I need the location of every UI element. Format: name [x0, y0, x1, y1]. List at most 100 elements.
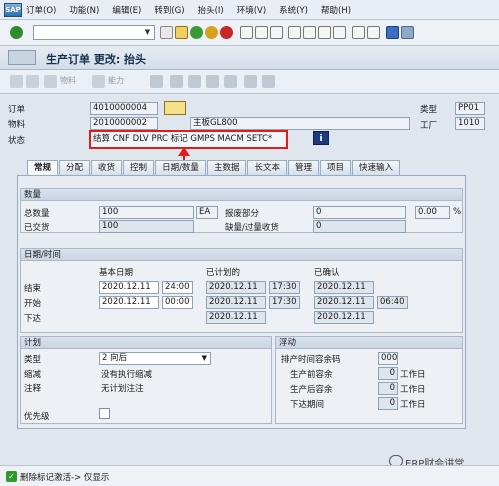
menu-help[interactable]: 帮助(H) — [321, 4, 351, 16]
tab-dates-quantities[interactable]: 日期/数量 — [155, 160, 206, 175]
previous-page-icon[interactable] — [303, 26, 316, 39]
material-field[interactable]: 2010000002 — [90, 117, 158, 130]
next-page-icon[interactable] — [318, 26, 331, 39]
tab-administration[interactable]: 管理 — [287, 160, 319, 175]
chevron-down-icon[interactable]: ▼ — [142, 27, 153, 38]
tab-strip: 常规 分配 收货 控制 日期/数量 主数据 长文本 管理 项目 快速输入 — [27, 160, 401, 175]
first-page-icon[interactable] — [288, 26, 301, 39]
save-icon[interactable] — [175, 26, 188, 39]
sequences-icon[interactable] — [206, 75, 219, 88]
capacity-icon[interactable] — [92, 75, 105, 88]
menu-goto[interactable]: 转到(G) — [154, 4, 184, 16]
scrap-percent-field[interactable]: 0.00 — [415, 206, 450, 219]
copy-icon[interactable] — [26, 75, 39, 88]
find-icon[interactable] — [255, 26, 268, 39]
sched-margin-field[interactable]: 000 — [378, 352, 398, 365]
scheduled-start-date-field: 2020.12.11 — [206, 296, 266, 309]
scheduled-end-time-field: 17:30 — [269, 281, 300, 294]
prt-icon[interactable] — [224, 75, 237, 88]
shortcut-icon[interactable] — [367, 26, 380, 39]
trigger-icon[interactable] — [244, 75, 257, 88]
material-button[interactable]: 物料 — [60, 75, 76, 86]
type-label: 类型 — [420, 105, 438, 115]
confirmed-end-date-field: 2020.12.11 — [314, 281, 374, 294]
tab-general[interactable]: 常规 — [27, 160, 59, 175]
menu-order[interactable]: 订单(O) — [26, 4, 56, 16]
basic-end-date-field[interactable]: 2020.12.11 — [99, 281, 159, 294]
scheduled-release-date-field: 2020.12.11 — [206, 311, 266, 324]
command-history-icon[interactable] — [160, 26, 173, 39]
dates-group-title: 日期/时间 — [21, 249, 462, 261]
layout-menu-icon[interactable] — [401, 26, 414, 39]
priority-checkbox[interactable] — [99, 408, 110, 419]
menu-edit[interactable]: 编辑(E) — [112, 4, 141, 16]
scrap-field[interactable]: 0 — [313, 206, 406, 219]
tab-master-data[interactable]: 主数据 — [206, 160, 247, 175]
basic-start-time-field[interactable]: 00:00 — [162, 296, 193, 309]
edit-order-button[interactable] — [164, 101, 186, 115]
reduction-value: 没有执行缩减 — [101, 370, 153, 380]
print-icon[interactable] — [240, 26, 253, 39]
menu-function[interactable]: 功能(N) — [69, 4, 99, 16]
order-label: 订单 — [8, 105, 26, 115]
edit-icon[interactable] — [10, 75, 23, 88]
release-label: 下达 — [24, 314, 42, 324]
total-quantity-field[interactable]: 100 — [99, 206, 194, 219]
scheduling-group-title: 计划 — [21, 337, 271, 349]
start-label: 开始 — [24, 299, 42, 309]
exit-icon[interactable] — [205, 26, 218, 39]
plant-label: 工厂 — [420, 121, 438, 131]
delivered-field: 100 — [99, 220, 194, 233]
command-field[interactable]: ▼ — [33, 25, 155, 40]
tab-goods-receipt[interactable]: 收货 — [91, 160, 123, 175]
menu-environment[interactable]: 环境(V) — [237, 4, 266, 16]
find-next-icon[interactable] — [270, 26, 283, 39]
standard-toolbar: ▼ — [0, 20, 499, 46]
documents-icon[interactable] — [188, 75, 201, 88]
scheduling-type-value: 2 向后 — [102, 353, 128, 363]
short-over-field: 0 — [313, 220, 406, 233]
quantity-group-title: 数量 — [21, 189, 462, 201]
tab-assignment[interactable]: 分配 — [59, 160, 91, 175]
cancel-icon[interactable] — [220, 26, 233, 39]
release-period-unit: 工作日 — [400, 400, 426, 410]
menu-system[interactable]: 系统(Y) — [279, 4, 308, 16]
tab-project[interactable]: 项目 — [319, 160, 351, 175]
material-icon[interactable] — [44, 75, 57, 88]
last-page-icon[interactable] — [333, 26, 346, 39]
float-before-unit: 工作日 — [400, 370, 426, 380]
scheduling-note-label: 注释 — [24, 384, 42, 394]
components-icon[interactable] — [170, 75, 183, 88]
percent-sign: % — [453, 207, 462, 217]
unit-field: EA — [196, 206, 218, 219]
scheduling-type-select[interactable]: 2 向后 ▼ — [99, 352, 211, 365]
dates-group: 日期/时间 基本日期 已计划的 已确认 结束 2020.12.11 24:00 … — [20, 248, 463, 333]
help-icon[interactable] — [386, 26, 399, 39]
sap-logo: SAP — [4, 2, 22, 17]
tab-control[interactable]: 控制 — [123, 160, 155, 175]
total-quantity-label: 总数量 — [24, 209, 50, 219]
page-title: 生产订单 更改: 抬头 — [46, 53, 147, 66]
operations-icon[interactable] — [150, 75, 163, 88]
order-field[interactable]: 4010000004 — [90, 102, 158, 115]
basic-end-time-field[interactable]: 24:00 — [162, 281, 193, 294]
schedule-icon[interactable] — [262, 75, 275, 88]
confirmed-start-time-field: 06:40 — [377, 296, 408, 309]
float-before-label: 生产前容余 — [290, 370, 333, 380]
tab-quick-entry[interactable]: 快速输入 — [352, 160, 401, 175]
basic-start-date-field[interactable]: 2020.12.11 — [99, 296, 159, 309]
float-after-unit: 工作日 — [400, 385, 426, 395]
tab-long-text[interactable]: 长文本 — [247, 160, 287, 175]
enter-icon[interactable] — [10, 26, 23, 39]
capacity-button[interactable]: 能力 — [108, 75, 124, 86]
scheduling-group: 计划 类型 2 向后 ▼ 缩减 没有执行缩减 注释 无计划注注 优先级 — [20, 336, 272, 424]
info-icon[interactable]: i — [313, 131, 329, 145]
release-period-label: 下达期间 — [290, 400, 325, 410]
chevron-down-icon[interactable]: ▼ — [202, 353, 207, 364]
reduction-label: 缩减 — [24, 370, 42, 380]
menu-header[interactable]: 抬头(I) — [198, 4, 224, 16]
new-session-icon[interactable] — [352, 26, 365, 39]
tab-panel-general: 数量 总数量 100 EA 报废部分 0 0.00 % 已交货 100 缺量/过… — [17, 175, 466, 429]
basic-dates-header: 基本日期 — [99, 268, 134, 278]
back-icon[interactable] — [190, 26, 203, 39]
